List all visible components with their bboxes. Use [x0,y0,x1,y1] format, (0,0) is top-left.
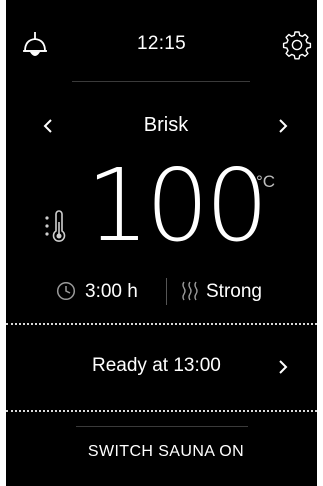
chevron-right-icon[interactable] [275,354,291,380]
heat-waves-icon [182,281,198,301]
ready-at-button[interactable]: Ready at 13:00 [6,324,317,410]
program-name: Brisk [143,114,189,136]
switch-sauna-on-button[interactable]: SWITCH SAUNA ON [46,430,286,474]
gear-icon[interactable] [282,30,312,60]
chevron-right-icon[interactable] [275,113,291,139]
dotted-separator [6,410,317,412]
ready-at-label: Ready at 13:00 [92,355,221,376]
top-divider [72,81,250,82]
clock-icon [56,281,76,301]
bottom-divider [76,426,248,427]
temperature-unit: °C [256,172,276,191]
session-intensity[interactable]: Strong [206,281,262,303]
session-duration[interactable]: 3:00 h [85,281,138,303]
sauna-control-panel: 12:15 Brisk 100 °C 3:00 h Strong Ready a… [6,0,317,486]
temperature-value[interactable]: 100 [86,156,269,256]
row-separator [166,278,167,305]
thermometer-icon [45,210,66,242]
current-time: 12:15 [136,33,187,54]
top-bar: 12:15 [6,0,317,84]
